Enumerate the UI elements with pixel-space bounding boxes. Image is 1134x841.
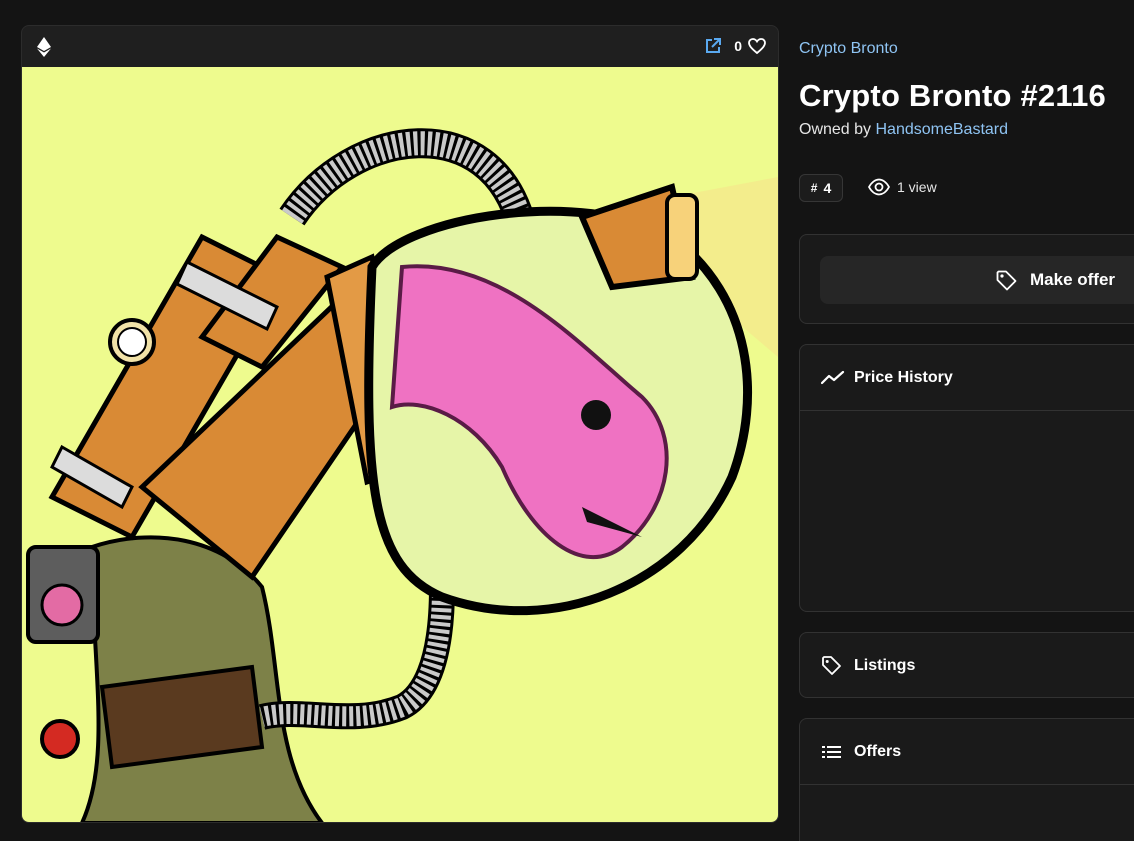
- offers-header[interactable]: Offers: [800, 719, 1134, 785]
- collection-link[interactable]: Crypto Bronto: [799, 40, 898, 58]
- price-history-title: Price History: [854, 368, 953, 386]
- item-title: Crypto Bronto #2116: [799, 78, 1106, 113]
- view-count: 1 view: [867, 178, 937, 196]
- owned-by-label: Owned by: [799, 121, 872, 138]
- make-offer-button[interactable]: Make offer: [820, 256, 1134, 304]
- rank-value: 4: [823, 180, 832, 196]
- bronto-illustration: [26, 128, 778, 822]
- offers-panel: Offers: [799, 718, 1134, 841]
- external-link-icon[interactable]: [704, 37, 722, 55]
- media-actions: 0: [704, 37, 766, 55]
- offer-panel: Make offer: [799, 234, 1134, 324]
- headlamp-cage: [665, 193, 699, 281]
- valve-wheel: [40, 719, 80, 759]
- like-count: 0: [734, 38, 742, 54]
- tag-icon: [996, 270, 1017, 291]
- rank-hash-label: #: [810, 181, 818, 195]
- owner-link[interactable]: HandsomeBastard: [876, 121, 1009, 138]
- trend-line-icon: [820, 368, 845, 388]
- list-icon: [821, 742, 845, 762]
- heart-icon[interactable]: [748, 37, 766, 55]
- eye-icon: [867, 178, 891, 196]
- make-offer-label: Make offer: [1030, 270, 1116, 289]
- rank-badge: # 4: [799, 174, 843, 202]
- listings-title: Listings: [854, 657, 916, 674]
- ethereum-icon: [37, 37, 51, 57]
- media-card: 0: [21, 25, 779, 823]
- price-history-panel: Price History: [799, 344, 1134, 612]
- listings-header[interactable]: Listings: [800, 633, 1134, 697]
- listings-panel: Listings: [799, 632, 1134, 698]
- owner-line: Owned by HandsomeBastard: [799, 121, 1008, 139]
- view-count-label: 1 view: [897, 179, 937, 195]
- belt: [99, 664, 265, 770]
- bronto-eye: [581, 400, 611, 430]
- media-header: 0: [22, 26, 778, 67]
- tag-icon: [821, 656, 845, 676]
- price-history-header[interactable]: Price History: [800, 345, 1134, 411]
- nft-artwork[interactable]: [22, 67, 778, 822]
- offers-title: Offers: [854, 742, 902, 760]
